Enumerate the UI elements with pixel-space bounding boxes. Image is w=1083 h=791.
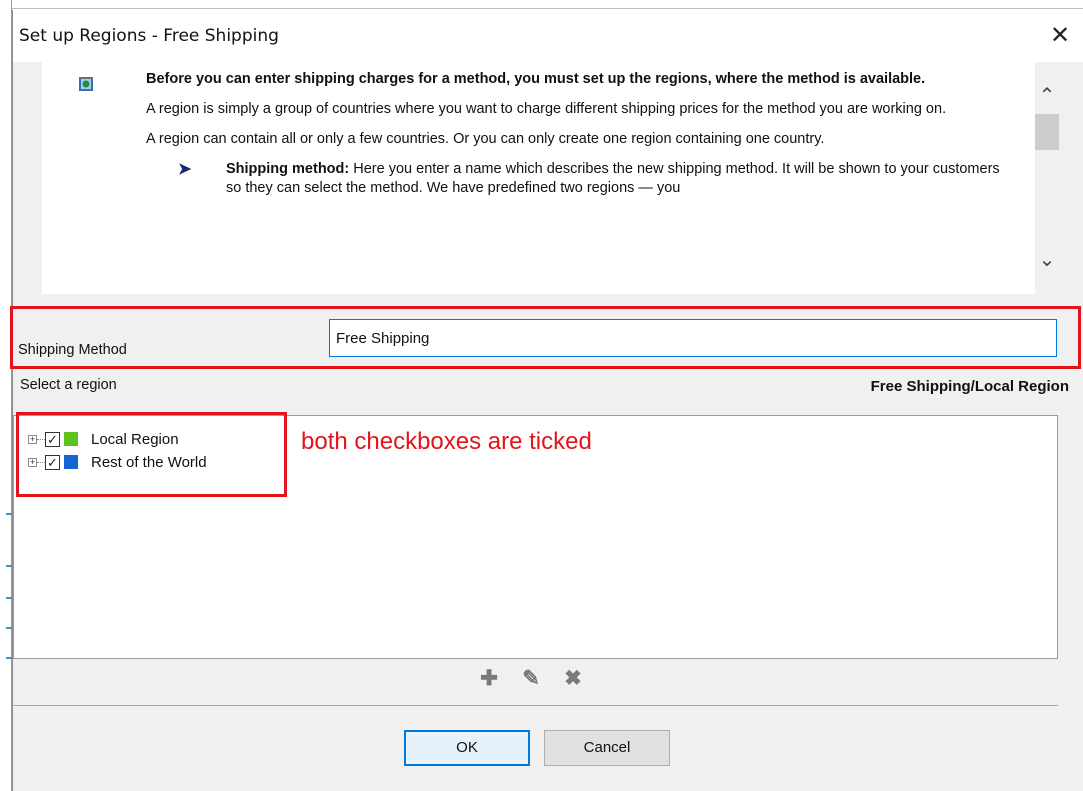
chevron-down-icon: ⌄ [1038,249,1056,271]
close-icon: ✕ [1049,22,1071,49]
chevron-up-icon: ⌃ [1038,85,1056,107]
scroll-down-button[interactable]: ⌄ [1035,248,1059,272]
help-paragraph: A region can contain all or only a few c… [146,131,825,147]
scroll-up-button[interactable]: ⌃ [1035,84,1059,108]
title-bar: Set up Regions - Free Shipping ✕ [13,10,1083,62]
arrow-right-icon: ➤ [178,161,192,178]
region-toolbar: ✚ ✎ ✖ [478,668,584,690]
background-window-left-edge [0,0,12,791]
pencil-icon[interactable]: ✎ [520,668,542,690]
help-text: Before you can enter shipping charges fo… [146,70,1016,209]
scrollbar-thumb[interactable] [1035,114,1059,150]
help-bullet: ➤ Shipping method: Here you enter a name… [146,160,1016,198]
annotation-highlight-shipping-method [10,306,1081,369]
annotation-text: both checkboxes are ticked [301,428,592,455]
divider [13,705,1058,706]
help-heading: Before you can enter shipping charges fo… [146,71,926,87]
ok-button[interactable]: OK [404,730,530,766]
book-icon [79,77,93,91]
help-bullet-term: Shipping method: [226,161,350,177]
help-text-pane[interactable]: Before you can enter shipping charges fo… [42,56,1035,294]
background-window-edge [0,0,1083,9]
help-paragraph: A region is simply a group of countries … [146,101,947,117]
select-region-label: Select a region [20,377,117,393]
x-icon[interactable]: ✖ [562,668,584,690]
plus-icon[interactable]: ✚ [478,668,500,690]
cancel-button[interactable]: Cancel [544,730,670,766]
close-button[interactable]: ✕ [1037,18,1083,54]
annotation-highlight-checkboxes [16,412,287,497]
selected-region-path: Free Shipping/Local Region [870,378,1069,395]
dialog-title: Set up Regions - Free Shipping [19,26,279,46]
